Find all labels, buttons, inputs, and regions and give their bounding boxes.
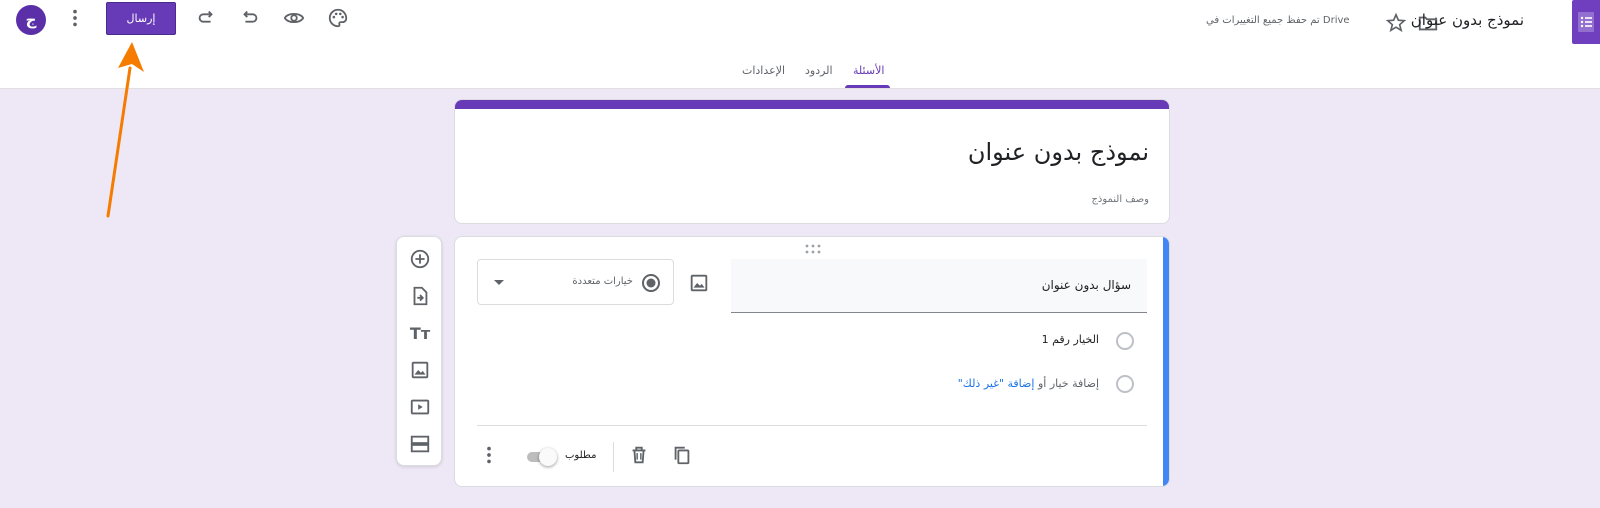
question-card[interactable]: سؤال بدون عنوان خيارات متعددة الخيار رقم…	[454, 236, 1170, 487]
footer-divider	[477, 425, 1147, 426]
option-label[interactable]: الخيار رقم 1	[1042, 333, 1099, 346]
delete-icon[interactable]	[628, 444, 650, 466]
undo-icon[interactable]	[236, 4, 264, 32]
top-bar: ج إرسال تم حفظ جميع التغييرات في Drive ن…	[0, 0, 1600, 56]
add-option-link[interactable]: إضافة خيار	[1050, 377, 1099, 390]
more-vert-icon[interactable]	[478, 444, 500, 466]
add-other-link[interactable]: إضافة "غير ذلك"	[958, 377, 1035, 390]
add-video-icon[interactable]	[409, 396, 431, 418]
document-title[interactable]: نموذج بدون عنوان	[1411, 11, 1524, 29]
question-type-label: خيارات متعددة	[572, 276, 633, 287]
add-option-radio	[1116, 375, 1134, 393]
import-questions-icon[interactable]	[409, 285, 431, 307]
option-radio	[1116, 332, 1134, 350]
send-button[interactable]: إرسال	[106, 2, 176, 35]
title-card-stripe	[455, 100, 1169, 109]
palette-icon[interactable]	[324, 4, 352, 32]
active-question-indicator	[1163, 237, 1169, 486]
drag-handle-icon[interactable]	[805, 244, 821, 254]
form-editor-area: نموذج بدون عنوان وصف النموذج Tт سؤال بدو…	[0, 89, 1600, 508]
required-toggle[interactable]	[525, 448, 559, 466]
add-image-icon[interactable]	[409, 359, 431, 381]
required-label: مطلوب	[565, 450, 597, 461]
saved-status-text: تم حفظ جميع التغييرات في Drive	[1206, 15, 1350, 26]
form-title-card[interactable]: نموذج بدون عنوان وصف النموذج	[454, 99, 1170, 224]
form-title[interactable]: نموذج بدون عنوان	[968, 138, 1149, 166]
tab-questions[interactable]: الأسئلة	[853, 64, 884, 77]
add-title-icon[interactable]: Tт	[409, 322, 431, 344]
tab-bar: الأسئلة الردود الإعدادات	[0, 56, 1600, 89]
forms-logo-icon[interactable]	[1572, 0, 1600, 44]
active-tab-indicator	[845, 85, 890, 88]
form-description[interactable]: وصف النموذج	[1091, 194, 1149, 205]
redo-icon[interactable]	[192, 4, 220, 32]
or-text: أو	[1037, 377, 1047, 390]
tab-settings[interactable]: الإعدادات	[742, 64, 785, 77]
radio-button-icon	[642, 274, 660, 292]
dropdown-arrow-icon	[494, 280, 504, 285]
add-section-icon[interactable]	[409, 433, 431, 455]
add-option-row: إضافة خيار أو إضافة "غير ذلك"	[958, 377, 1099, 390]
question-title-text: سؤال بدون عنوان	[1041, 278, 1131, 292]
annotation-arrow-icon	[106, 42, 144, 218]
preview-eye-icon[interactable]	[280, 4, 308, 32]
footer-separator	[613, 442, 614, 472]
add-image-icon[interactable]	[688, 272, 710, 294]
add-question-icon[interactable]	[409, 248, 431, 270]
tab-responses[interactable]: الردود	[805, 64, 833, 77]
floating-toolbar: Tт	[396, 236, 442, 466]
toggle-thumb	[539, 448, 557, 466]
star-icon[interactable]	[1382, 9, 1410, 37]
more-vert-icon[interactable]	[61, 4, 89, 32]
question-type-dropdown[interactable]: خيارات متعددة	[477, 259, 674, 305]
question-title-input[interactable]: سؤال بدون عنوان	[731, 259, 1147, 313]
duplicate-icon[interactable]	[671, 444, 693, 466]
avatar[interactable]: ج	[16, 5, 46, 35]
